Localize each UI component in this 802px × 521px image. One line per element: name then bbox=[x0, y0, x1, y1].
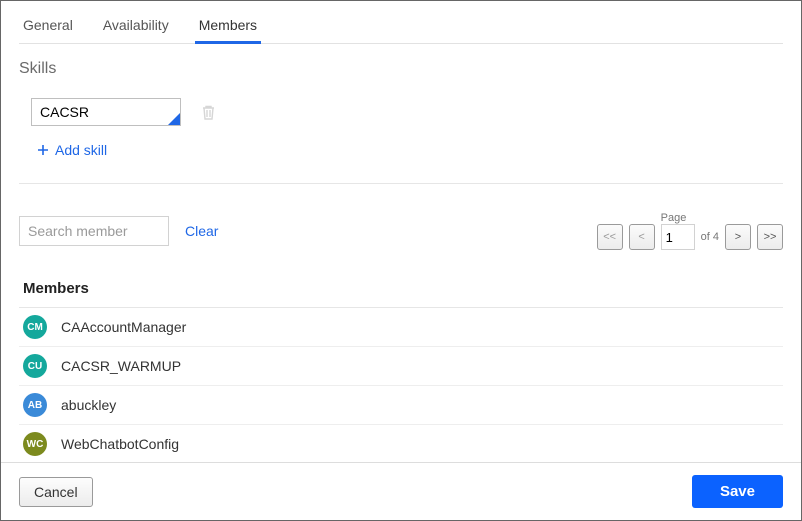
save-button[interactable]: Save bbox=[692, 475, 783, 508]
divider bbox=[19, 183, 783, 184]
skill-input[interactable] bbox=[31, 98, 181, 126]
member-name: CACSR_WARMUP bbox=[61, 358, 181, 374]
page-input[interactable] bbox=[661, 224, 695, 250]
member-name: abuckley bbox=[61, 397, 116, 413]
skill-row bbox=[31, 98, 783, 126]
prev-page-button[interactable]: < bbox=[629, 224, 655, 250]
member-name: CAAccountManager bbox=[61, 319, 186, 335]
footer: Cancel Save bbox=[1, 462, 801, 520]
avatar: CM bbox=[23, 315, 47, 339]
first-page-button[interactable]: << bbox=[597, 224, 623, 250]
clear-link[interactable]: Clear bbox=[185, 223, 218, 239]
pager: << < Page of 4 > >> bbox=[597, 212, 783, 250]
last-page-button[interactable]: >> bbox=[757, 224, 783, 250]
page-label: Page bbox=[661, 212, 719, 224]
member-name: WebChatbotConfig bbox=[61, 436, 179, 452]
trash-icon[interactable] bbox=[201, 104, 216, 121]
tab-bar: General Availability Members bbox=[19, 13, 783, 44]
cancel-button[interactable]: Cancel bbox=[19, 477, 93, 507]
members-heading: Members bbox=[19, 280, 783, 308]
page-of-label: of 4 bbox=[701, 231, 719, 243]
avatar: CU bbox=[23, 354, 47, 378]
plus-icon bbox=[37, 144, 49, 156]
avatar: WC bbox=[23, 432, 47, 456]
content-scroll[interactable]: General Availability Members Skills Add … bbox=[1, 1, 801, 462]
member-row[interactable]: CU CACSR_WARMUP bbox=[19, 347, 783, 386]
add-skill-button[interactable]: Add skill bbox=[37, 142, 107, 158]
tab-members[interactable]: Members bbox=[197, 13, 259, 43]
member-row[interactable]: WC WebChatbotConfig bbox=[19, 425, 783, 462]
tab-general[interactable]: General bbox=[21, 13, 75, 43]
add-skill-label: Add skill bbox=[55, 142, 107, 158]
search-row: Clear << < Page of 4 > >> bbox=[19, 212, 783, 250]
members-list: CM CAAccountManager CU CACSR_WARMUP AB abuckl… bbox=[19, 308, 783, 462]
next-page-button[interactable]: > bbox=[725, 224, 751, 250]
tab-availability[interactable]: Availability bbox=[101, 13, 171, 43]
member-row[interactable]: CM CAAccountManager bbox=[19, 308, 783, 347]
member-row[interactable]: AB abuckley bbox=[19, 386, 783, 425]
skills-heading: Skills bbox=[19, 60, 783, 78]
avatar: AB bbox=[23, 393, 47, 417]
search-input[interactable] bbox=[19, 216, 169, 246]
